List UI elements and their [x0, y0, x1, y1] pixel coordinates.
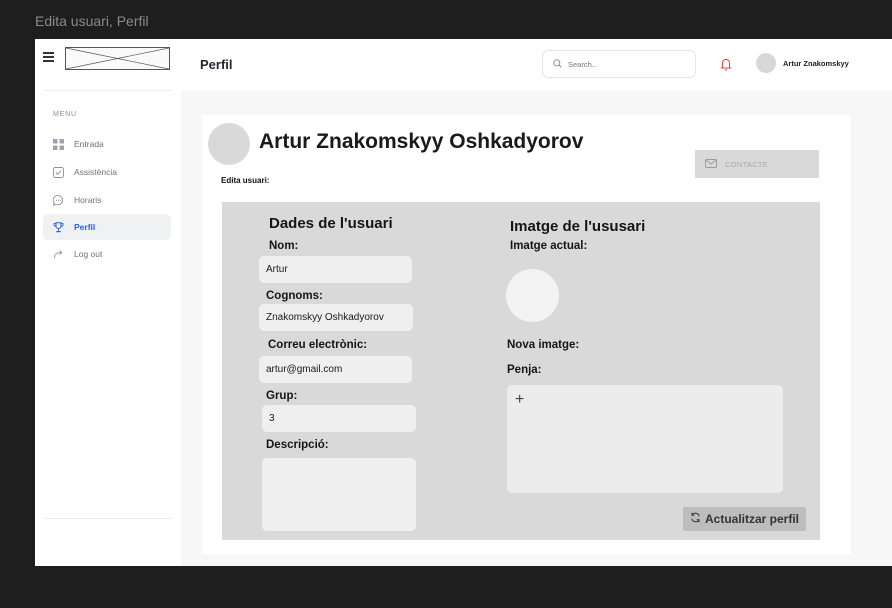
sidebar-item-label: Entrada — [74, 139, 104, 149]
current-image-preview — [506, 269, 559, 322]
edit-user-label: Edita usuari: — [221, 176, 270, 185]
sidebar-item-assistencia[interactable]: Assistència — [43, 159, 171, 185]
image-section-title: Imatge de l'ususari — [510, 218, 646, 235]
app-frame: MENU Entrada Assistència Horaris Perfil — [35, 39, 892, 566]
surname-field[interactable] — [259, 304, 413, 331]
search-box[interactable] — [542, 50, 696, 78]
sidebar-item-label: Log out — [74, 249, 103, 259]
page-title: Perfil — [200, 57, 233, 72]
sidebar-item-label: Perfil — [74, 222, 96, 232]
sidebar-divider — [45, 90, 171, 91]
plus-icon: + — [515, 391, 525, 408]
description-label: Descripció: — [266, 439, 329, 451]
current-image-label: Imatge actual: — [510, 240, 588, 252]
group-field[interactable] — [262, 405, 416, 432]
menu-section-label: MENU — [53, 111, 77, 118]
hamburger-menu-icon[interactable] — [43, 52, 54, 62]
upload-label: Penja: — [507, 364, 542, 376]
refresh-icon — [690, 510, 701, 528]
frame-title: Edita usuari, Perfil — [35, 13, 149, 29]
sidebar-item-perfil[interactable]: Perfil — [43, 214, 171, 240]
email-label: Correu electrònic: — [268, 339, 368, 351]
profile-full-name: Artur Znakomskyy Oshkadyorov — [259, 130, 584, 153]
update-profile-label: Actualitzar perfil — [704, 512, 800, 526]
grid-icon — [53, 138, 64, 150]
sidebar-item-label: Assistència — [74, 167, 117, 177]
header-user-name[interactable]: Artur Znakomskyy — [783, 59, 849, 68]
check-square-icon — [53, 166, 64, 178]
logo-placeholder — [65, 47, 170, 70]
search-input[interactable] — [568, 59, 678, 69]
profile-avatar — [208, 123, 250, 165]
update-profile-button[interactable]: Actualitzar perfil — [683, 507, 806, 531]
image-upload-dropzone[interactable]: + — [507, 385, 783, 493]
user-data-section-title: Dades de l'usuari — [269, 215, 393, 232]
new-image-label: Nova imatge: — [507, 339, 580, 351]
user-avatar[interactable] — [756, 53, 776, 73]
sidebar-item-horaris[interactable]: Horaris — [43, 187, 171, 213]
email-field[interactable] — [259, 356, 412, 383]
description-field[interactable] — [262, 458, 416, 531]
trophy-icon — [53, 221, 64, 233]
mail-icon — [705, 155, 717, 173]
contact-button[interactable]: CONTACTE — [695, 150, 819, 178]
contact-button-label: CONTACTE — [725, 159, 769, 169]
name-label: Nom: — [269, 240, 299, 252]
sidebar-item-label: Horaris — [74, 195, 102, 205]
top-header: Perfil Artur Znakomskyy — [181, 39, 892, 90]
profile-card: Artur Znakomskyy Oshkadyorov Edita usuar… — [202, 115, 851, 554]
sidebar-footer-divider — [45, 518, 171, 519]
sidebar-item-entrada[interactable]: Entrada — [43, 131, 171, 157]
name-field[interactable] — [259, 256, 412, 283]
notification-bell-icon[interactable] — [720, 57, 732, 71]
chat-bubble-icon — [53, 194, 64, 206]
search-icon — [553, 55, 562, 73]
surname-label: Cognoms: — [266, 290, 323, 302]
logout-arrow-icon — [53, 249, 64, 260]
sidebar-item-logout[interactable]: Log out — [43, 241, 171, 267]
sidebar: MENU Entrada Assistència Horaris Perfil — [35, 39, 181, 566]
user-form-panel: Dades de l'usuari Nom: Cognoms: Correu e… — [222, 202, 820, 540]
group-label: Grup: — [266, 390, 298, 402]
